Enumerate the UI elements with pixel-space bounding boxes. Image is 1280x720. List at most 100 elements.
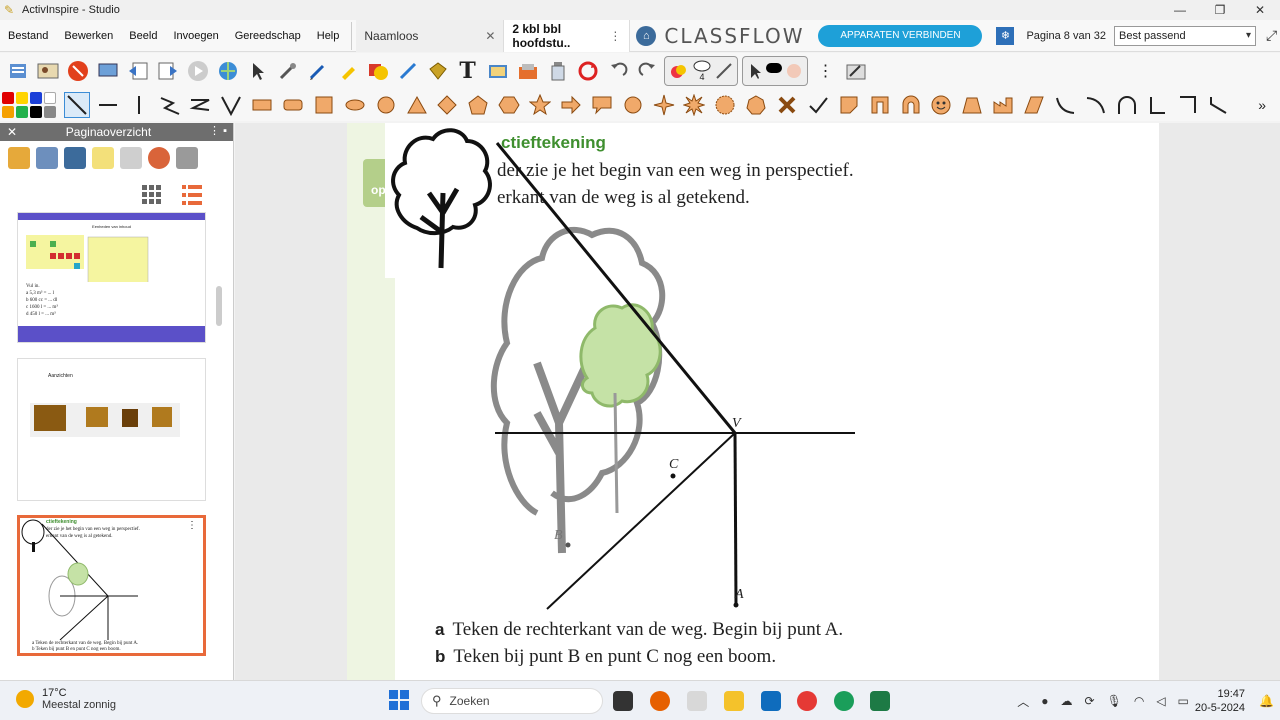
- arc-left-icon[interactable]: [1052, 92, 1078, 118]
- thumbnail-menu-icon[interactable]: ⋮: [187, 520, 197, 531]
- taskbar-search[interactable]: ⚲ Zoeken: [421, 688, 603, 714]
- web-browser-icon[interactable]: [214, 58, 241, 85]
- page-thumbnail-8-aanzichten[interactable]: Aanzichten: [17, 358, 206, 501]
- classflow-icon[interactable]: ⌂: [636, 25, 657, 46]
- chrome-icon[interactable]: [797, 691, 817, 711]
- connect-devices-button[interactable]: APPARATEN VERBINDEN: [818, 24, 983, 47]
- text-icon[interactable]: T: [454, 58, 481, 85]
- main-menu-icon[interactable]: [4, 58, 31, 85]
- factory-shape-icon[interactable]: [990, 92, 1016, 118]
- menu-help[interactable]: Help: [309, 24, 348, 48]
- circle-icon[interactable]: [373, 92, 399, 118]
- action-browser-icon[interactable]: [148, 147, 170, 169]
- screen-icon[interactable]: [94, 58, 121, 85]
- pen-width-box[interactable]: 4: [664, 56, 738, 86]
- color-swatch[interactable]: [44, 106, 56, 118]
- tray-app-icon[interactable]: ●: [1041, 694, 1048, 708]
- color-swatch[interactable]: [30, 92, 42, 104]
- page-thumbnail-current[interactable]: ctieftekening der zie je het begin van e…: [17, 515, 206, 656]
- highlighter-icon[interactable]: [334, 58, 361, 85]
- hexagon-icon[interactable]: [496, 92, 522, 118]
- color-swatch[interactable]: [16, 92, 28, 104]
- trapezoid-icon[interactable]: [959, 92, 985, 118]
- bracket-shape-icon[interactable]: [867, 92, 893, 118]
- color-swatch[interactable]: [16, 106, 28, 118]
- more-tools-icon[interactable]: ⋮: [812, 58, 839, 85]
- smiley-icon[interactable]: [929, 92, 955, 118]
- square-icon[interactable]: [311, 92, 337, 118]
- property-browser-icon[interactable]: [120, 147, 142, 169]
- color-swatch[interactable]: [30, 106, 42, 118]
- minimize-button[interactable]: —: [1160, 0, 1200, 20]
- object-browser-icon[interactable]: [64, 147, 86, 169]
- overview-scrollbar[interactable]: [216, 286, 222, 326]
- arc-right-icon[interactable]: [1083, 92, 1109, 118]
- star-icon[interactable]: [527, 92, 553, 118]
- stop-icon[interactable]: [64, 58, 91, 85]
- voting-browser-icon[interactable]: [176, 147, 198, 169]
- v-line-icon[interactable]: [218, 92, 244, 118]
- menu-invoegen[interactable]: Invoegen: [165, 24, 226, 48]
- page-browser-tool-icon[interactable]: [8, 147, 30, 169]
- notes-browser-icon[interactable]: [92, 147, 114, 169]
- folded-corner-icon[interactable]: [836, 92, 862, 118]
- arrow-right-icon[interactable]: [558, 92, 584, 118]
- four-point-star-icon[interactable]: [651, 92, 677, 118]
- rectangle-wide-icon[interactable]: [249, 92, 275, 118]
- tab-naamloos[interactable]: Naamloos ✕: [356, 19, 505, 52]
- pentagon-icon[interactable]: [465, 92, 491, 118]
- menu-gereedschap[interactable]: Gereedschap: [227, 24, 309, 48]
- fill-icon[interactable]: [424, 58, 451, 85]
- checkmark-icon[interactable]: [805, 92, 831, 118]
- resource-browser-icon[interactable]: [36, 147, 58, 169]
- connector-icon[interactable]: [394, 58, 421, 85]
- color-swatch[interactable]: [44, 92, 56, 104]
- shapes-more-icon[interactable]: »: [1249, 92, 1275, 118]
- page-browser-icon[interactable]: ❄: [996, 26, 1015, 45]
- chrome-profile-icon[interactable]: [834, 691, 854, 711]
- speech-bubble-icon[interactable]: [589, 92, 615, 118]
- tools-icon[interactable]: [274, 58, 301, 85]
- arch-line-icon[interactable]: [1114, 92, 1140, 118]
- line-horizontal-icon[interactable]: [95, 92, 121, 118]
- octagon-icon[interactable]: [620, 92, 646, 118]
- grid-view-icon[interactable]: [142, 185, 162, 205]
- close-tab-icon[interactable]: ✕: [485, 29, 495, 43]
- burst-icon[interactable]: [682, 92, 708, 118]
- undo-icon[interactable]: [604, 58, 631, 85]
- sync-icon[interactable]: ⟳: [1085, 694, 1095, 708]
- panel-options-icon[interactable]: ⋮ ▪: [209, 124, 227, 137]
- redo-icon[interactable]: [634, 58, 661, 85]
- windows-start-icon[interactable]: [389, 690, 409, 710]
- notification-bell-icon[interactable]: 🔔: [1259, 694, 1274, 708]
- zigzag-line-icon[interactable]: [157, 92, 183, 118]
- page-thumbnail-7[interactable]: Eenheden van inhoud Vul in. a 5,3 m³ = .…: [17, 212, 206, 343]
- heptagon-icon[interactable]: [743, 92, 769, 118]
- excel-icon[interactable]: [870, 691, 890, 711]
- clock[interactable]: 19:47 20-5-2024: [1195, 687, 1245, 715]
- arch-icon[interactable]: [898, 92, 924, 118]
- line-vertical-icon[interactable]: [126, 92, 152, 118]
- play-icon[interactable]: [184, 58, 211, 85]
- tray-overflow-icon[interactable]: ︿: [1017, 693, 1029, 710]
- firefox-icon[interactable]: [650, 691, 670, 711]
- microphone-icon[interactable]: 🎙: [1107, 694, 1122, 708]
- seal-icon[interactable]: [712, 92, 738, 118]
- fullscreen-icon[interactable]: ⤢: [1266, 27, 1277, 44]
- next-page-icon[interactable]: [154, 58, 181, 85]
- menu-beeld[interactable]: Beeld: [121, 24, 165, 48]
- flipchart-page[interactable]: op ctieftekening der zie je het begin va…: [347, 123, 1159, 680]
- reset-page-icon[interactable]: [574, 58, 601, 85]
- corner-line-icon[interactable]: [1176, 92, 1202, 118]
- tab-hoofdstuk[interactable]: 2 kbl bbl hoofdstu.. ⋮: [504, 19, 631, 52]
- list-view-icon[interactable]: [182, 185, 202, 205]
- color-swatch[interactable]: [2, 106, 14, 118]
- triangle-icon[interactable]: [404, 92, 430, 118]
- insert-media-icon[interactable]: [484, 58, 511, 85]
- double-zigzag-icon[interactable]: [188, 92, 214, 118]
- wifi-icon[interactable]: ◠: [1134, 694, 1144, 708]
- pen-icon[interactable]: [304, 58, 331, 85]
- ellipse-icon[interactable]: [342, 92, 368, 118]
- close-panel-icon[interactable]: ✕: [0, 125, 24, 139]
- cross-icon[interactable]: [774, 92, 800, 118]
